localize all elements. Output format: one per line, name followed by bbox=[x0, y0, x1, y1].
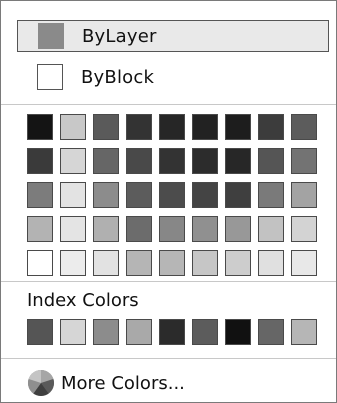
more-colors-button[interactable]: More Colors... bbox=[27, 368, 185, 398]
index-color-swatch[interactable] bbox=[27, 319, 53, 345]
index-color-swatch[interactable] bbox=[225, 319, 251, 345]
palette-swatch[interactable] bbox=[258, 148, 284, 174]
palette-swatch[interactable] bbox=[126, 250, 152, 276]
palette-swatch[interactable] bbox=[225, 250, 251, 276]
palette-swatch[interactable] bbox=[126, 148, 152, 174]
index-color-swatch[interactable] bbox=[159, 319, 185, 345]
palette-swatch[interactable] bbox=[93, 148, 119, 174]
palette-swatch[interactable] bbox=[291, 250, 317, 276]
byblock-option[interactable]: ByBlock bbox=[17, 61, 329, 93]
palette-swatch[interactable] bbox=[126, 182, 152, 208]
palette-swatch[interactable] bbox=[225, 114, 251, 140]
palette-swatch[interactable] bbox=[291, 216, 317, 242]
divider-middle bbox=[1, 281, 336, 282]
palette-swatch[interactable] bbox=[60, 250, 86, 276]
palette-swatch[interactable] bbox=[159, 182, 185, 208]
palette-swatch[interactable] bbox=[159, 148, 185, 174]
index-colors-row bbox=[27, 319, 317, 345]
index-color-swatch[interactable] bbox=[258, 319, 284, 345]
byblock-label: ByBlock bbox=[81, 66, 155, 88]
divider-bottom bbox=[1, 358, 336, 359]
palette-swatch[interactable] bbox=[225, 148, 251, 174]
palette-swatch[interactable] bbox=[93, 182, 119, 208]
palette-swatch[interactable] bbox=[60, 216, 86, 242]
palette-swatch[interactable] bbox=[258, 216, 284, 242]
palette-swatch[interactable] bbox=[126, 216, 152, 242]
bylayer-label: ByLayer bbox=[82, 25, 157, 47]
palette-swatch[interactable] bbox=[192, 182, 218, 208]
bylayer-option[interactable]: ByLayer bbox=[17, 20, 329, 52]
index-color-swatch[interactable] bbox=[126, 319, 152, 345]
color-wheel-icon bbox=[27, 369, 55, 396]
palette-swatch[interactable] bbox=[192, 250, 218, 276]
palette-swatch[interactable] bbox=[27, 250, 53, 276]
index-colors-title: Index Colors bbox=[27, 290, 139, 311]
palette-swatch[interactable] bbox=[192, 216, 218, 242]
palette-swatch[interactable] bbox=[27, 148, 53, 174]
palette-swatch[interactable] bbox=[159, 216, 185, 242]
palette-swatch[interactable] bbox=[291, 182, 317, 208]
palette-swatch[interactable] bbox=[60, 182, 86, 208]
palette-swatch[interactable] bbox=[27, 216, 53, 242]
palette-swatch[interactable] bbox=[159, 114, 185, 140]
palette-swatch[interactable] bbox=[291, 148, 317, 174]
index-color-swatch[interactable] bbox=[60, 319, 86, 345]
palette-swatch[interactable] bbox=[258, 250, 284, 276]
palette-swatch[interactable] bbox=[159, 250, 185, 276]
palette-swatch[interactable] bbox=[93, 250, 119, 276]
palette-swatch[interactable] bbox=[60, 114, 86, 140]
palette-swatch[interactable] bbox=[225, 182, 251, 208]
palette-swatch[interactable] bbox=[93, 114, 119, 140]
color-palette-grid bbox=[27, 114, 317, 276]
bylayer-swatch bbox=[38, 23, 64, 49]
palette-swatch[interactable] bbox=[258, 182, 284, 208]
palette-swatch[interactable] bbox=[192, 148, 218, 174]
index-color-swatch[interactable] bbox=[93, 319, 119, 345]
color-picker-panel: ByLayer ByBlock Index Colors More Colors… bbox=[0, 0, 337, 403]
divider-top bbox=[1, 104, 336, 105]
palette-swatch[interactable] bbox=[192, 114, 218, 140]
palette-swatch[interactable] bbox=[258, 114, 284, 140]
palette-swatch[interactable] bbox=[291, 114, 317, 140]
palette-swatch[interactable] bbox=[27, 182, 53, 208]
byblock-swatch bbox=[37, 64, 63, 90]
palette-swatch[interactable] bbox=[93, 216, 119, 242]
index-color-swatch[interactable] bbox=[192, 319, 218, 345]
palette-swatch[interactable] bbox=[60, 148, 86, 174]
palette-swatch[interactable] bbox=[126, 114, 152, 140]
more-colors-label: More Colors... bbox=[61, 372, 185, 394]
palette-swatch[interactable] bbox=[225, 216, 251, 242]
index-color-swatch[interactable] bbox=[291, 319, 317, 345]
palette-swatch[interactable] bbox=[27, 114, 53, 140]
